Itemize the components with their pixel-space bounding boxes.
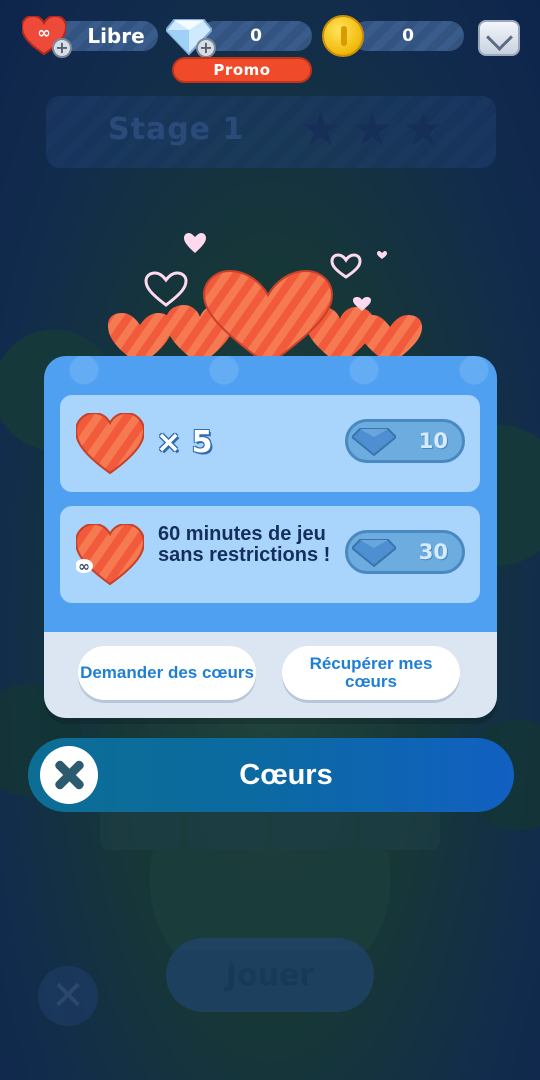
offer-quantity: × 5: [156, 425, 213, 460]
dialog-title: Cœurs: [239, 758, 333, 791]
offer-description: 60 minutes de jeu sans restrictions !: [158, 523, 331, 566]
buy-hearts-button[interactable]: 10: [345, 419, 465, 463]
coin-icon[interactable]: [322, 15, 364, 57]
hearts-dialog: × 5 10 ∞ 60 minutes de jeu sans restrict…: [44, 356, 497, 718]
add-lives-icon[interactable]: +: [52, 38, 72, 58]
mail-icon[interactable]: [478, 20, 520, 56]
coins-counter[interactable]: 0: [352, 21, 464, 51]
diamond-icon: [352, 428, 396, 457]
title-ribbon: Cœurs: [28, 738, 514, 812]
recover-hearts-button[interactable]: Récupérer mes cœurs: [282, 646, 460, 700]
heart-icon: [76, 413, 144, 475]
close-icon: [52, 758, 86, 792]
promo-badge[interactable]: Promo: [172, 57, 312, 83]
heart-pile-illustration: [108, 233, 422, 365]
add-gems-icon[interactable]: +: [196, 38, 216, 58]
offer-hearts-5[interactable]: × 5 10: [60, 395, 480, 492]
gems-counter[interactable]: 0: [200, 21, 312, 51]
price-value: 10: [418, 429, 448, 453]
infinite-heart-icon: ∞: [76, 524, 144, 586]
offer-unlimited-60min[interactable]: ∞ 60 minutes de jeu sans restrictions ! …: [60, 506, 480, 603]
svg-text:∞: ∞: [78, 559, 90, 575]
price-value: 30: [418, 540, 448, 564]
dialog-footer: Demander des cœurs Récupérer mes cœurs: [44, 632, 497, 718]
buy-unlimited-button[interactable]: 30: [345, 530, 465, 574]
diamond-icon: [352, 539, 396, 568]
ask-hearts-button[interactable]: Demander des cœurs: [78, 646, 256, 700]
svg-text:∞: ∞: [37, 23, 50, 42]
close-button[interactable]: [40, 746, 98, 804]
top-hud: Libre ∞ + 0 + 0 Promo: [0, 0, 540, 90]
